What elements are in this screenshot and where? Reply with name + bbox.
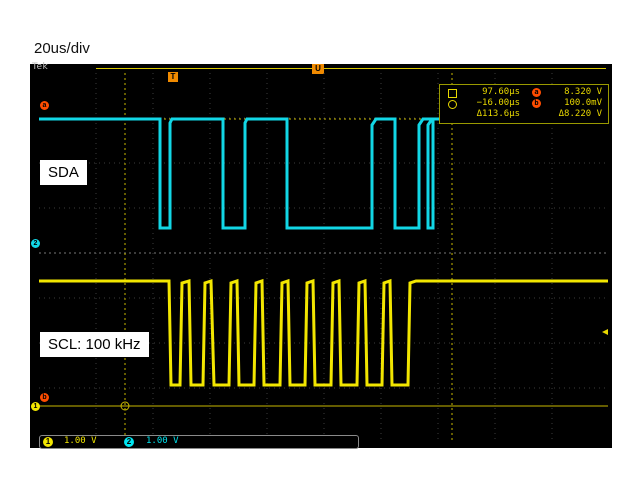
cursor-value-2: 100.0mV: [564, 98, 602, 108]
cursor-time-2: −16.00µs: [476, 98, 520, 108]
scl-label: SCL: 100 kHz: [40, 332, 149, 357]
channel-1-scale: 1.00 V: [64, 436, 97, 446]
cursor-a-marker[interactable]: a: [40, 101, 49, 110]
waveform-grid: [39, 73, 608, 440]
cursor-value-1: 8.320 V: [564, 87, 602, 97]
channel-1-marker[interactable]: 1: [31, 402, 40, 411]
channel-2-badge[interactable]: 2: [124, 437, 134, 447]
cursor-b-marker[interactable]: b: [40, 393, 49, 402]
brand-logo: Tek: [32, 62, 49, 72]
cursor-time-1: 97.60µs: [482, 87, 520, 97]
channel-1-badge[interactable]: 1: [43, 437, 53, 447]
channel-2-scale: 1.00 V: [146, 436, 179, 446]
channel-scale-bar: 1 1.00 V 2 1.00 V: [39, 435, 359, 449]
channel-2-marker[interactable]: 2: [31, 239, 40, 248]
cursor-delta-value: Δ8.220 V: [558, 109, 602, 119]
cursor-readout-panel: 97.60µs a 8.320 V −16.00µs b 100.0mV Δ11…: [439, 84, 609, 124]
waveform-canvas: [39, 73, 608, 440]
oscilloscope-screen: Tek T U 97.60µs a 8.320 V −16.00µs b 100…: [30, 62, 612, 449]
cursor-readout-row-3: Δ113.6µs Δ8.220 V: [440, 109, 608, 121]
square-cursor-icon: [448, 89, 457, 98]
trigger-position-line: [96, 68, 606, 69]
circle-cursor-icon: [448, 100, 457, 109]
sda-label: SDA: [40, 160, 87, 185]
cursor-delta-time: Δ113.6µs: [476, 109, 520, 119]
timebase-label: 20us/div: [34, 40, 90, 57]
